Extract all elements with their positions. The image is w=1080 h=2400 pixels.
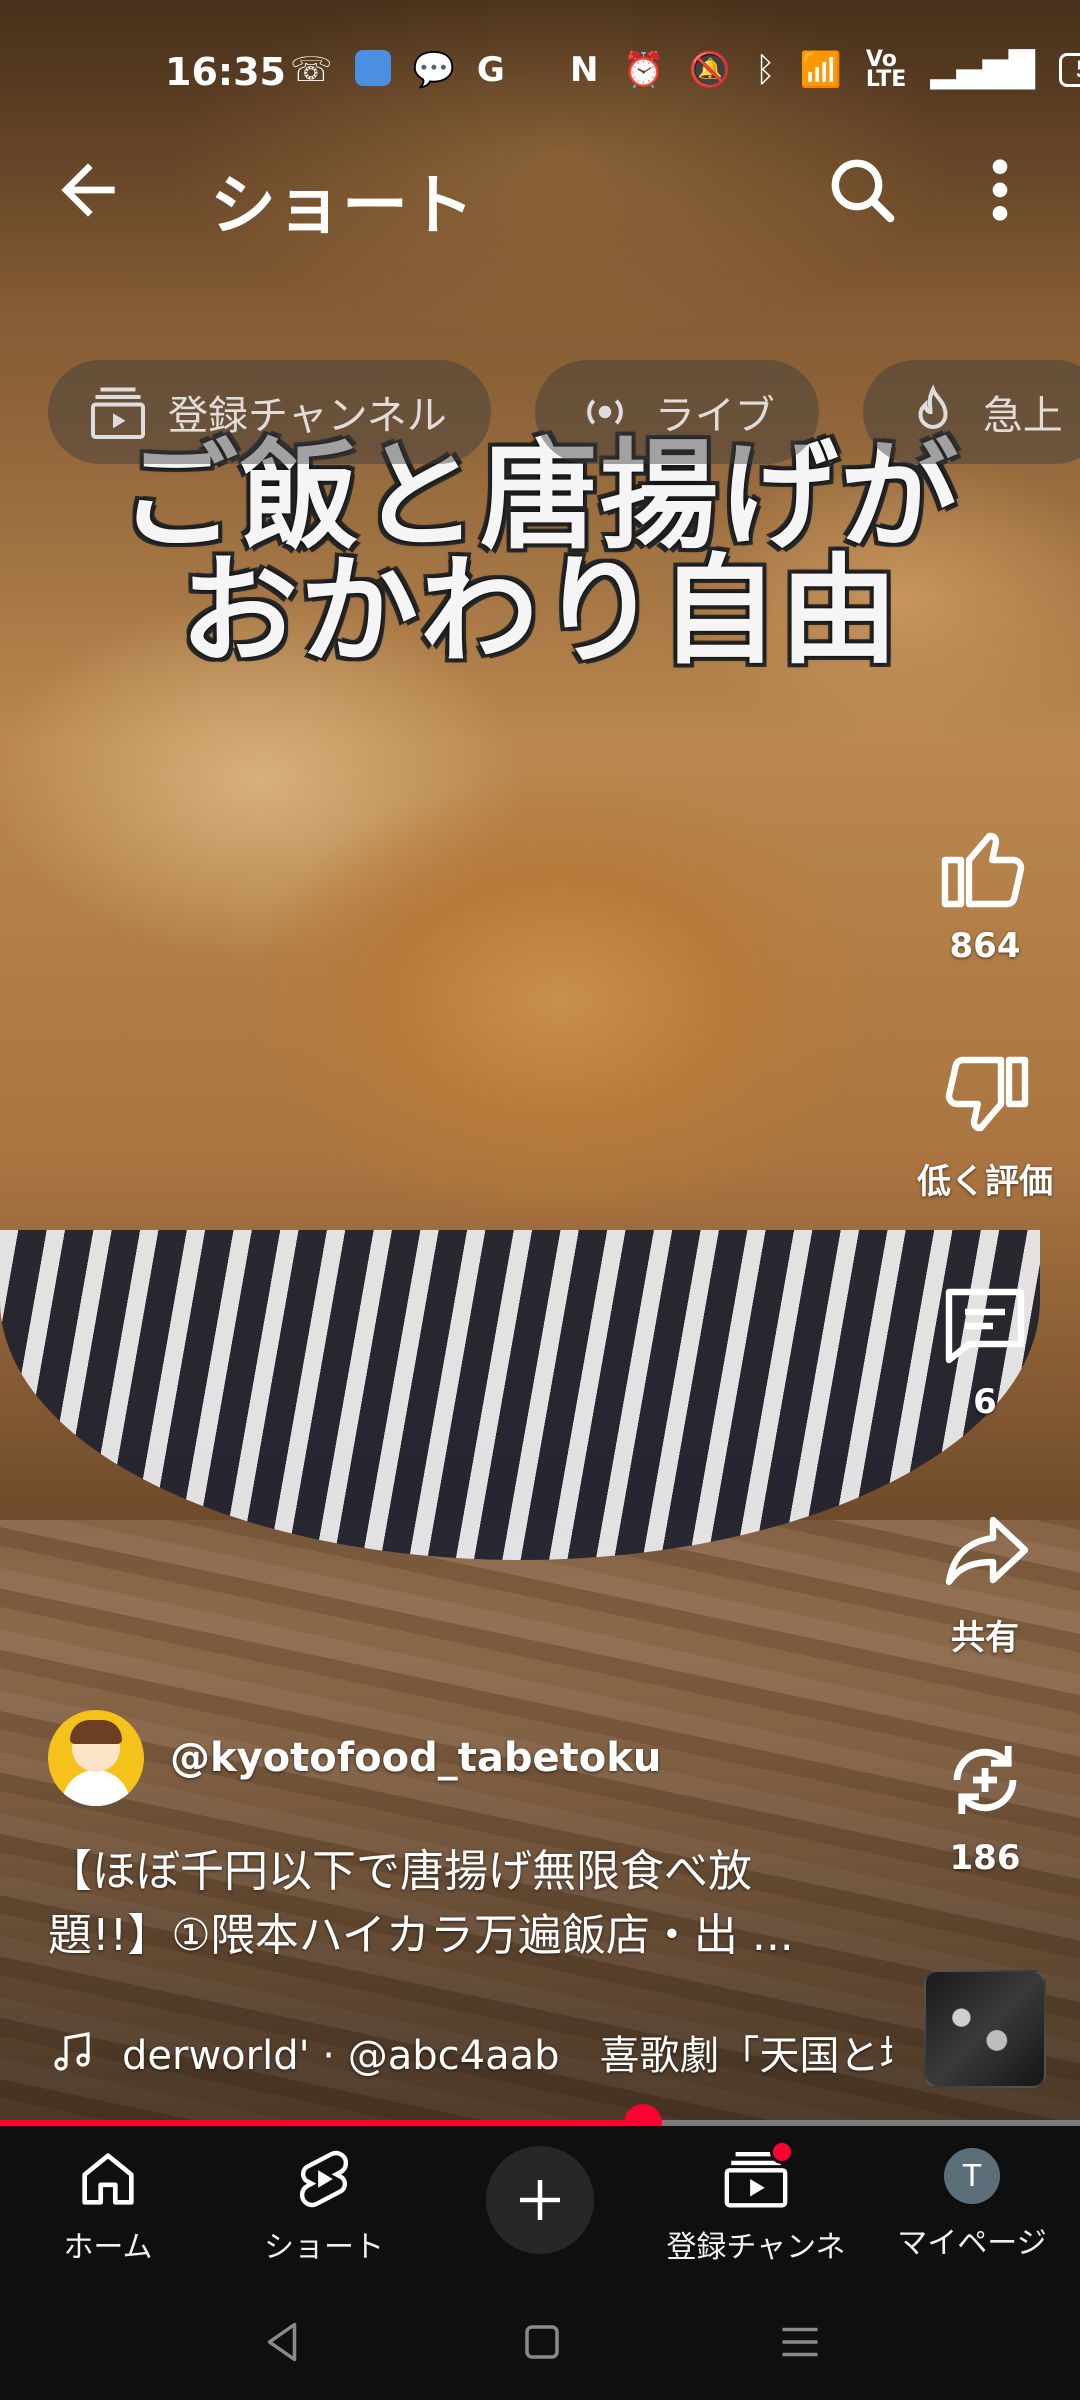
- chip-subscriptions[interactable]: 登録チャンネル: [48, 360, 491, 464]
- system-recents-icon[interactable]: [770, 2312, 830, 2372]
- music-row[interactable]: derworld' · @abc4aab 喜歌劇「天国と地: [48, 2020, 892, 2084]
- chip-subscriptions-label: 登録チャンネル: [168, 393, 447, 439]
- remix-icon: [953, 1746, 1017, 1814]
- filter-chips: 登録チャンネル ライブ 急上: [48, 360, 1080, 464]
- back-button[interactable]: [48, 150, 128, 230]
- channel-avatar[interactable]: [48, 1710, 144, 1806]
- remix-button[interactable]: 186: [890, 1732, 1080, 1878]
- app-icon: [354, 50, 391, 86]
- nav-home-label: ホーム: [63, 2230, 153, 2265]
- trending-icon: [918, 384, 948, 429]
- battery-icon: 52: [1058, 53, 1080, 87]
- nfc-icon: N: [570, 50, 599, 90]
- share-label: 共有: [951, 1618, 1019, 1658]
- chip-live-label: ライブ: [654, 393, 775, 439]
- channel-row: @kyotofood_tabetoku: [48, 1708, 661, 1808]
- plus-icon: [520, 2180, 560, 2220]
- comment-icon: [945, 1288, 1025, 1364]
- nav-shorts[interactable]: ショート: [224, 2144, 424, 2266]
- alarm-icon: ⏰: [622, 50, 665, 90]
- music-note-icon: [54, 2032, 90, 2071]
- nav-shorts-label: ショート: [264, 2230, 384, 2265]
- like-button[interactable]: 864: [890, 820, 1080, 966]
- video-frame-bowl: [0, 1230, 1040, 1560]
- google-icon: G: [476, 50, 505, 90]
- music-thumbnail[interactable]: [924, 1970, 1046, 2088]
- wifi-icon: 📶: [799, 50, 842, 90]
- video-title-line1: 【ほぼ千円以下で唐揚げ無限食べ放: [48, 1846, 752, 1897]
- system-back-icon[interactable]: [252, 2312, 312, 2372]
- dislike-button[interactable]: 低く評価: [890, 1048, 1080, 1203]
- share-icon: [945, 1516, 1029, 1586]
- search-icon: [831, 159, 895, 223]
- bluetooth-icon: ᛒ: [755, 50, 776, 90]
- nav-mypage-label: マイページ: [897, 2226, 1047, 2261]
- shorts-icon: [299, 2150, 349, 2208]
- create-button[interactable]: [486, 2146, 594, 2254]
- comments-button[interactable]: 6: [890, 1276, 1080, 1422]
- music-text: derworld' · @abc4aab 喜歌劇「天国と地: [122, 2033, 892, 2079]
- system-status-icons: N ⏰ 🔕 ᛒ 📶 VoLTE ▂▄▆█ 52: [570, 47, 1080, 92]
- home-icon: [82, 2153, 134, 2205]
- page-title: ショート: [210, 167, 474, 244]
- volte-icon: Vo LTE: [865, 47, 907, 92]
- status-time: 16:35: [165, 50, 286, 94]
- video-caption-line2: おかわり自由: [179, 542, 900, 680]
- top-app-bar: ショート: [0, 140, 1080, 244]
- search-button[interactable]: [822, 150, 902, 230]
- comment-count: 6: [973, 1382, 997, 1422]
- video-title[interactable]: 【ほぼ千円以下で唐揚げ無限食べ放 題!!】①隈本ハイカラ万遍飯店・出 ...: [48, 1840, 888, 1968]
- remix-count: 186: [949, 1838, 1021, 1878]
- dislike-label: 低く評価: [917, 1162, 1053, 1202]
- system-home-icon[interactable]: [512, 2312, 572, 2372]
- more-options-button[interactable]: [970, 150, 1030, 230]
- notification-icons: ☏ 💬 G: [290, 50, 505, 90]
- like-count: 864: [949, 926, 1021, 966]
- nav-mypage[interactable]: T マイページ: [872, 2144, 1072, 2262]
- missed-call-icon: ☏: [290, 50, 333, 90]
- user-avatar: T: [944, 2148, 1000, 2204]
- subscriptions-icon: [91, 387, 145, 439]
- thumbs-down-icon: [945, 1056, 1029, 1132]
- bottom-navigation: ホーム ショート 登録チャンネル T マイページ: [0, 2126, 1080, 2309]
- line-icon: 💬: [412, 50, 455, 90]
- chip-trending[interactable]: 急上: [862, 360, 1080, 464]
- signal-icon: ▂▄▆█: [930, 50, 1035, 90]
- nav-home[interactable]: ホーム: [8, 2144, 208, 2266]
- channel-handle[interactable]: @kyotofood_tabetoku: [170, 1735, 661, 1781]
- status-bar: 16:35 ☏ 💬 G N ⏰ 🔕 ᛒ 📶 VoLTE ▂▄▆█ 52: [0, 0, 1080, 120]
- more-vert-icon: [992, 159, 1008, 221]
- live-icon: [586, 399, 623, 425]
- system-navigation-bar: [0, 2276, 1080, 2400]
- mute-icon: 🔕: [688, 50, 732, 90]
- share-button[interactable]: 共有: [890, 1504, 1080, 1659]
- new-content-badge: [770, 2140, 794, 2164]
- chip-trending-label: 急上: [982, 393, 1063, 439]
- thumbs-up-icon: [941, 832, 1025, 908]
- arrow-left-icon: [61, 163, 115, 217]
- video-title-line2: 題!!】①隈本ハイカラ万遍飯店・出 ...: [48, 1910, 794, 1961]
- chip-live[interactable]: ライブ: [534, 360, 819, 464]
